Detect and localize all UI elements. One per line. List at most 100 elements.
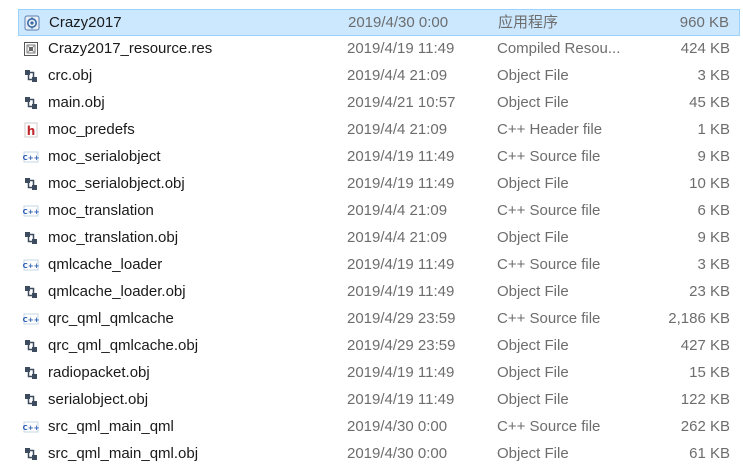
file-type: C++ Source file <box>497 256 601 273</box>
object-file-icon <box>23 338 39 354</box>
file-row[interactable]: moc_serialobject.obj 2019/4/19 11:49 Objec… <box>18 171 740 198</box>
file-row[interactable]: C++ moc_serialobject 2019/4/19 11:49 C++ So… <box>18 144 740 171</box>
file-row[interactable]: moc_translation.obj 2019/4/4 21:09 Object … <box>18 225 740 252</box>
svg-text:C++: C++ <box>23 316 39 324</box>
file-row[interactable]: crc.obj 2019/4/4 21:09 Object File 3 KB <box>18 63 740 90</box>
object-file-icon <box>23 392 39 408</box>
cpp-source-icon: C++ <box>23 149 39 165</box>
file-size: 23 KB <box>689 283 730 300</box>
file-type: Object File <box>497 445 569 462</box>
file-name: serialobject.obj <box>48 391 149 408</box>
file-size: 1 KB <box>697 121 730 138</box>
file-size: 61 KB <box>689 445 730 462</box>
cpp-source-icon: C++ <box>23 257 39 273</box>
svg-text:C++: C++ <box>23 154 39 162</box>
file-size: 2,186 KB <box>668 310 730 327</box>
file-name: moc_translation <box>48 202 154 219</box>
file-size: 10 KB <box>689 175 730 192</box>
file-date: 2019/4/4 21:09 <box>347 229 448 246</box>
file-row[interactable]: h moc_predefs 2019/4/4 21:09 C++ Header fil… <box>18 117 740 144</box>
object-file-icon <box>23 446 39 462</box>
file-size: 424 KB <box>680 40 730 57</box>
svg-text:h: h <box>27 124 36 138</box>
file-name: qrc_qml_qmlcache <box>48 310 174 327</box>
file-row[interactable]: qrc_qml_qmlcache.obj 2019/4/29 23:59 Objec… <box>18 333 740 360</box>
file-size: 15 KB <box>689 364 730 381</box>
file-row[interactable]: radiopacket.obj 2019/4/19 11:49 Object Fil… <box>18 360 740 387</box>
object-file-icon <box>23 284 39 300</box>
file-row[interactable]: Crazy2017_resource.res 2019/4/19 11:49 Com… <box>18 36 740 63</box>
file-type: Object File <box>497 364 569 381</box>
file-type: C++ Source file <box>497 202 601 219</box>
svg-text:C++: C++ <box>23 424 39 432</box>
object-file-icon <box>23 68 39 84</box>
file-row[interactable]: C++ moc_translation 2019/4/4 21:09 C++ Sour… <box>18 198 740 225</box>
file-date: 2019/4/19 11:49 <box>347 256 455 273</box>
file-row[interactable]: src_qml_main_qml.obj 2019/4/30 0:00 Object… <box>18 441 740 468</box>
file-row[interactable]: Crazy2017 2019/4/30 0:00 应用程序 960 KB <box>18 9 740 36</box>
cpp-source-icon: C++ <box>23 203 39 219</box>
file-list: Crazy2017 2019/4/30 0:00 应用程序 960 KB Crazy20… <box>0 0 743 474</box>
file-type: Object File <box>497 67 569 84</box>
file-row[interactable]: serialobject.obj 2019/4/19 11:49 Object Fi… <box>18 387 740 414</box>
file-size: 262 KB <box>680 418 730 435</box>
file-name: Crazy2017 <box>49 14 122 31</box>
file-row[interactable]: qmlcache_loader.obj 2019/4/19 11:49 Object… <box>18 279 740 306</box>
svg-text:C++: C++ <box>23 262 39 270</box>
object-file-icon <box>23 95 39 111</box>
file-name: main.obj <box>48 94 105 111</box>
file-date: 2019/4/19 11:49 <box>347 148 455 165</box>
file-name: crc.obj <box>48 67 93 84</box>
file-date: 2019/4/19 11:49 <box>347 391 455 408</box>
file-type: 应用程序 <box>498 14 559 31</box>
object-file-icon <box>23 230 39 246</box>
file-date: 2019/4/4 21:09 <box>347 67 448 84</box>
file-type: Object File <box>497 391 569 408</box>
file-date: 2019/4/30 0:00 <box>347 445 448 462</box>
file-size: 9 KB <box>697 229 730 246</box>
file-date: 2019/4/4 21:09 <box>347 121 448 138</box>
file-type: Object File <box>497 337 569 354</box>
file-type: C++ Header file <box>497 121 603 138</box>
app-icon <box>24 15 40 31</box>
file-name: moc_serialobject.obj <box>48 175 185 192</box>
cpp-source-icon: C++ <box>23 311 39 327</box>
file-size: 6 KB <box>697 202 730 219</box>
file-type: Compiled Resou... <box>497 40 621 57</box>
file-size: 9 KB <box>697 148 730 165</box>
file-type: Object File <box>497 175 569 192</box>
file-size: 3 KB <box>697 256 730 273</box>
svg-text:C++: C++ <box>23 208 39 216</box>
file-size: 45 KB <box>689 94 730 111</box>
file-size: 960 KB <box>679 14 729 31</box>
file-size: 3 KB <box>697 67 730 84</box>
resource-icon <box>23 41 39 57</box>
file-row[interactable]: main.obj 2019/4/21 10:57 Object File 45 KB <box>18 90 740 117</box>
file-name: src_qml_main_qml.obj <box>48 445 199 462</box>
file-date: 2019/4/29 23:59 <box>347 310 456 327</box>
file-type: Object File <box>497 229 569 246</box>
file-date: 2019/4/19 11:49 <box>347 364 455 381</box>
object-file-icon <box>23 176 39 192</box>
file-date: 2019/4/21 10:57 <box>347 94 456 111</box>
file-date: 2019/4/19 11:49 <box>347 283 455 300</box>
file-name: qmlcache_loader.obj <box>48 283 186 300</box>
file-row[interactable]: C++ qmlcache_loader 2019/4/19 11:49 C++ Sou… <box>18 252 740 279</box>
file-name: qmlcache_loader <box>48 256 163 273</box>
file-size: 427 KB <box>680 337 730 354</box>
file-date: 2019/4/4 21:09 <box>347 202 448 219</box>
file-date: 2019/4/19 11:49 <box>347 175 455 192</box>
file-type: C++ Source file <box>497 148 601 165</box>
file-row[interactable]: C++ qrc_qml_qmlcache 2019/4/29 23:59 C++ So… <box>18 306 740 333</box>
file-type: C++ Source file <box>497 310 601 327</box>
cpp-source-icon: C++ <box>23 419 39 435</box>
file-name: moc_serialobject <box>48 148 161 165</box>
file-type: C++ Source file <box>497 418 601 435</box>
file-row[interactable]: C++ src_qml_main_qml 2019/4/30 0:00 C++ Sou… <box>18 414 740 441</box>
object-file-icon <box>23 365 39 381</box>
file-type: Object File <box>497 283 569 300</box>
file-name: radiopacket.obj <box>48 364 150 381</box>
file-name: qrc_qml_qmlcache.obj <box>48 337 199 354</box>
file-name: moc_predefs <box>48 121 135 138</box>
file-date: 2019/4/30 0:00 <box>348 14 449 31</box>
